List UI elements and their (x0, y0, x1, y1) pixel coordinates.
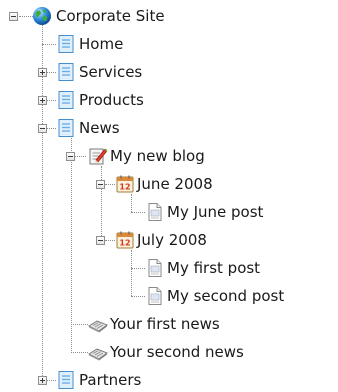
tree-node-june-2008[interactable]: June 2008 (136, 175, 214, 193)
tree-connector (47, 72, 56, 73)
calendar-icon: 12 (116, 175, 134, 193)
tree-connector (131, 212, 145, 213)
tree-connector (42, 25, 43, 378)
site-tree: Corporate Site Home Services Products Ne… (0, 0, 338, 392)
tree-node-news[interactable]: News (78, 119, 121, 137)
tree-node-your-first-news[interactable]: Your first news (109, 315, 221, 333)
calendar-icon: 12 (116, 231, 134, 249)
expand-toggle[interactable] (38, 96, 47, 105)
tree-connector (131, 268, 145, 269)
tree-node-your-second-news[interactable]: Your second news (109, 343, 245, 361)
tree-node-corporate-site[interactable]: Corporate Site (55, 7, 166, 25)
page-icon (58, 35, 74, 53)
newspaper-icon (88, 348, 108, 361)
newspaper-icon (88, 320, 108, 333)
page-icon (58, 371, 74, 389)
tree-connector (71, 352, 88, 353)
calendar-day-number: 12 (119, 239, 130, 248)
tree-node-july-2008[interactable]: July 2008 (136, 231, 208, 249)
page-icon (58, 91, 74, 109)
expand-toggle[interactable] (38, 376, 47, 385)
tree-connector (105, 240, 115, 241)
tree-node-my-second-post[interactable]: My second post (166, 287, 285, 305)
collapse-toggle[interactable] (9, 12, 18, 21)
tree-connector (47, 128, 56, 129)
tree-node-products[interactable]: Products (78, 91, 145, 109)
post-icon (148, 203, 162, 221)
page-icon (58, 63, 74, 81)
tree-node-my-first-post[interactable]: My first post (166, 259, 261, 277)
tree-node-my-new-blog[interactable]: My new blog (109, 147, 206, 165)
tree-node-home[interactable]: Home (78, 35, 124, 53)
tree-node-partners[interactable]: Partners (78, 371, 142, 389)
tree-node-services[interactable]: Services (78, 63, 143, 81)
tree-connector (131, 296, 145, 297)
post-icon (148, 287, 162, 305)
tree-connector (47, 380, 56, 381)
tree-connector (101, 166, 102, 240)
tree-connector (42, 44, 56, 45)
blog-icon (89, 148, 108, 165)
tree-connector (47, 100, 56, 101)
collapse-toggle[interactable] (38, 124, 47, 133)
collapse-toggle[interactable] (96, 236, 105, 245)
post-icon (148, 259, 162, 277)
tree-connector (131, 250, 132, 296)
tree-connector (71, 324, 88, 325)
globe-icon (33, 7, 51, 25)
tree-connector (105, 184, 115, 185)
expand-toggle[interactable] (38, 68, 47, 77)
tree-connector (75, 156, 86, 157)
collapse-toggle[interactable] (96, 180, 105, 189)
tree-connector (19, 16, 33, 17)
calendar-day-number: 12 (119, 183, 130, 192)
tree-connector (71, 138, 72, 353)
tree-node-my-june-post[interactable]: My June post (166, 203, 264, 221)
collapse-toggle[interactable] (66, 152, 75, 161)
tree-connector (131, 194, 132, 212)
page-icon (58, 119, 74, 137)
